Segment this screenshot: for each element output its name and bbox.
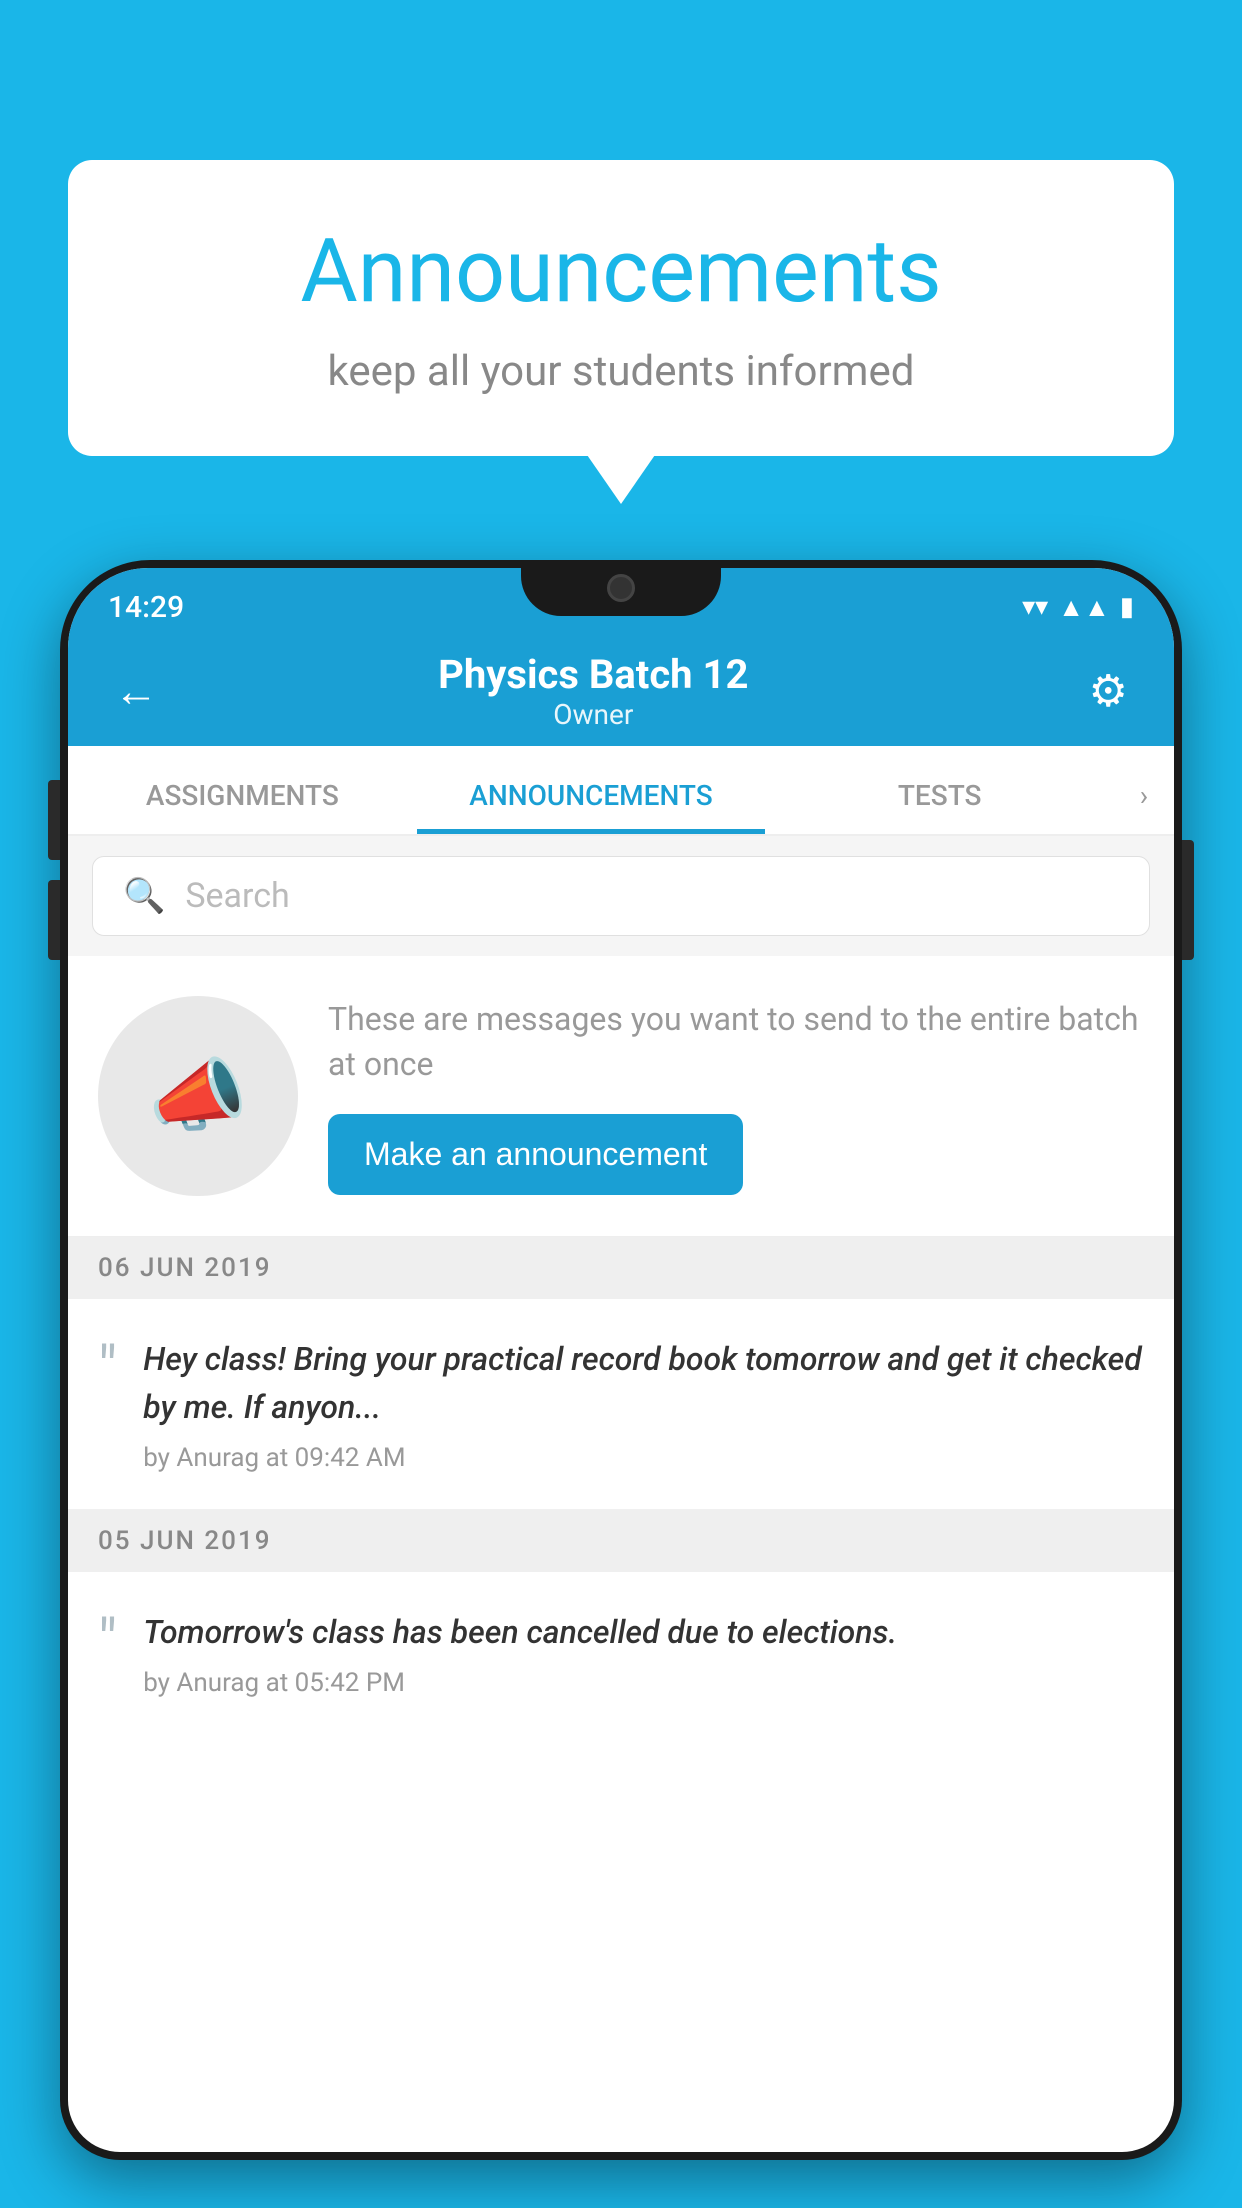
phone-power-button bbox=[1182, 840, 1194, 960]
prompt-right: These are messages you want to send to t… bbox=[328, 997, 1144, 1196]
date-divider-2: 05 JUN 2019 bbox=[68, 1510, 1174, 1572]
tab-announcements[interactable]: ANNOUNCEMENTS bbox=[417, 746, 766, 834]
tab-tests[interactable]: TESTS bbox=[765, 746, 1114, 834]
announcement-text-2: Tomorrow's class has been cancelled due … bbox=[143, 1608, 1144, 1656]
app-bar-title-group: Physics Batch 12 Owner bbox=[108, 651, 1079, 731]
announcement-item-1: " Hey class! Bring your practical record… bbox=[68, 1299, 1174, 1510]
search-bar[interactable]: 🔍 Search bbox=[92, 856, 1150, 936]
quote-icon-2: " bbox=[98, 1612, 117, 1672]
announcement-item-2: " Tomorrow's class has been cancelled du… bbox=[68, 1572, 1174, 1734]
speech-bubble-container: Announcements keep all your students inf… bbox=[68, 160, 1174, 456]
bubble-title: Announcements bbox=[148, 220, 1094, 323]
make-announcement-button[interactable]: Make an announcement bbox=[328, 1114, 743, 1195]
phone-outer: 14:29 ▾▾ ▲▲ ▮ ← Physics Batch 12 Owner ⚙… bbox=[60, 560, 1182, 2160]
tab-assignments[interactable]: ASSIGNMENTS bbox=[68, 746, 417, 834]
quote-icon-1: " bbox=[98, 1339, 117, 1399]
battery-icon: ▮ bbox=[1120, 592, 1134, 622]
signal-icon: ▲▲ bbox=[1058, 592, 1109, 623]
announcement-meta-2: by Anurag at 05:42 PM bbox=[143, 1668, 1144, 1698]
search-icon: 🔍 bbox=[123, 876, 165, 916]
app-bar-subtitle: Owner bbox=[108, 698, 1079, 731]
prompt-description: These are messages you want to send to t… bbox=[328, 997, 1144, 1087]
app-bar: ← Physics Batch 12 Owner ⚙ bbox=[68, 636, 1174, 746]
announcement-meta-1: by Anurag at 09:42 AM bbox=[143, 1443, 1144, 1473]
megaphone-circle: 📣 bbox=[98, 996, 298, 1196]
search-container: 🔍 Search bbox=[68, 836, 1174, 956]
phone-volume-down-button bbox=[48, 880, 60, 960]
tabs-bar: ASSIGNMENTS ANNOUNCEMENTS TESTS › bbox=[68, 746, 1174, 836]
megaphone-icon: 📣 bbox=[148, 1049, 248, 1143]
phone-screen: 14:29 ▾▾ ▲▲ ▮ ← Physics Batch 12 Owner ⚙… bbox=[68, 568, 1174, 2152]
app-bar-title: Physics Batch 12 bbox=[108, 651, 1079, 698]
status-icons: ▾▾ ▲▲ ▮ bbox=[1022, 592, 1134, 623]
search-placeholder: Search bbox=[185, 876, 289, 916]
date-divider-1: 06 JUN 2019 bbox=[68, 1237, 1174, 1299]
tabs-more[interactable]: › bbox=[1114, 779, 1174, 834]
announcement-content-2: Tomorrow's class has been cancelled due … bbox=[143, 1608, 1144, 1698]
announcement-content-1: Hey class! Bring your practical record b… bbox=[143, 1335, 1144, 1473]
settings-button[interactable]: ⚙ bbox=[1079, 655, 1138, 727]
phone-camera bbox=[607, 574, 635, 602]
wifi-icon: ▾▾ bbox=[1022, 592, 1048, 622]
phone-wrapper: 14:29 ▾▾ ▲▲ ▮ ← Physics Batch 12 Owner ⚙… bbox=[60, 560, 1182, 2208]
status-time: 14:29 bbox=[108, 590, 184, 625]
announcement-prompt: 📣 These are messages you want to send to… bbox=[68, 956, 1174, 1237]
speech-bubble: Announcements keep all your students inf… bbox=[68, 160, 1174, 456]
phone-volume-up-button bbox=[48, 780, 60, 860]
bubble-subtitle: keep all your students informed bbox=[148, 347, 1094, 396]
announcement-text-1: Hey class! Bring your practical record b… bbox=[143, 1335, 1144, 1431]
